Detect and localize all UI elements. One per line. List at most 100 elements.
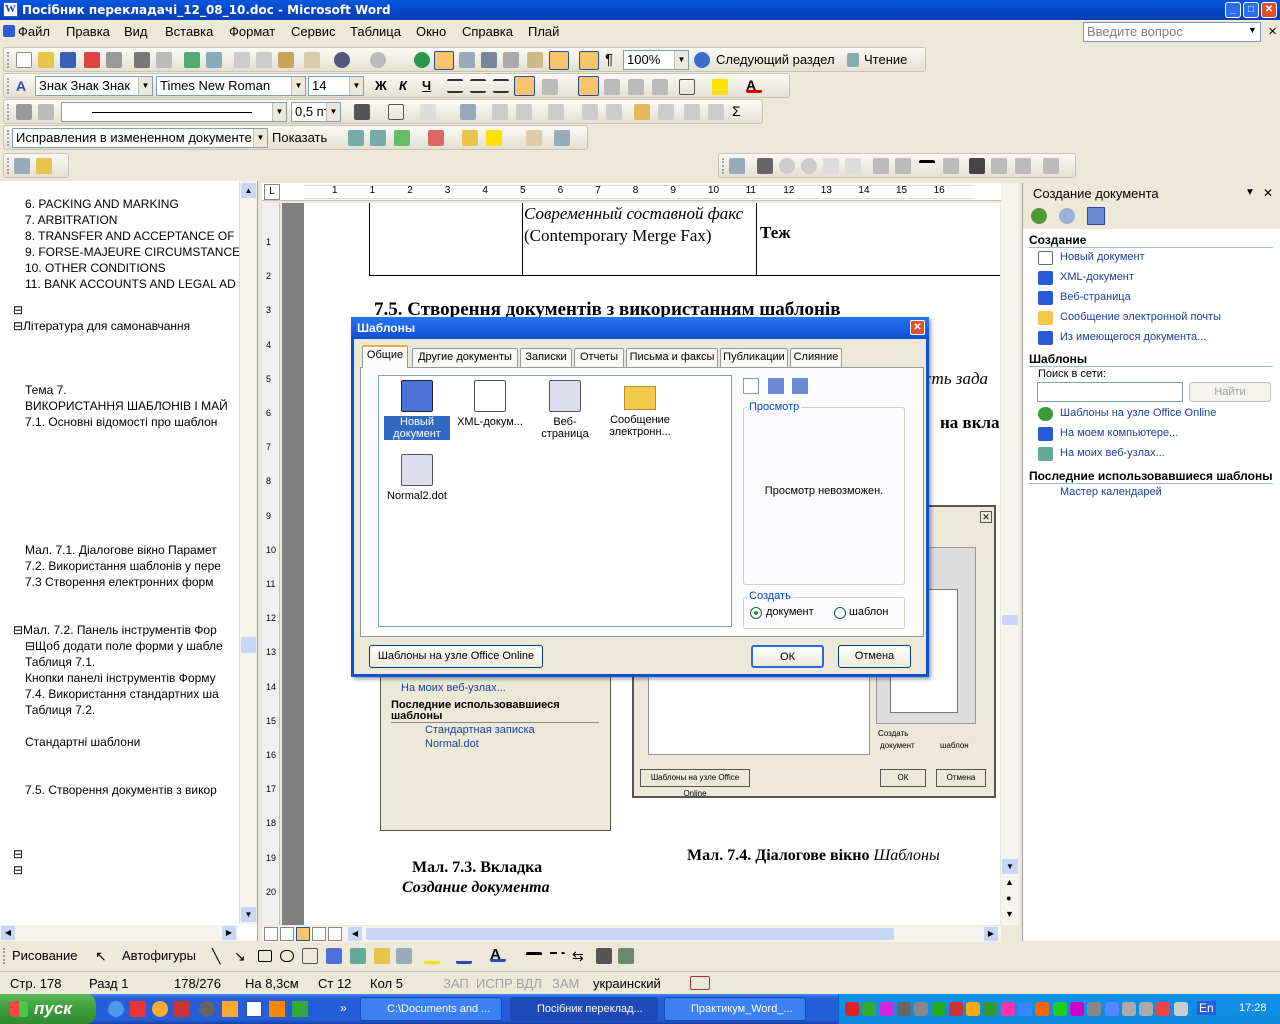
reading-view-icon[interactable] [328, 927, 342, 941]
reviewing-pane-icon[interactable] [526, 130, 542, 146]
ok-button[interactable]: ОК [751, 645, 824, 668]
font-size-combo[interactable]: 14 ▼ [308, 76, 364, 96]
diagram-icon[interactable] [350, 948, 366, 964]
tray-icon[interactable] [1173, 1002, 1188, 1016]
ie-icon[interactable] [108, 1001, 124, 1017]
tab-publications[interactable]: Публикации [720, 348, 788, 367]
nav-item[interactable]: 9. FORSE-MAJEURE CIRCUMSTANCE [25, 245, 263, 259]
maximize-button[interactable]: □ [1243, 2, 1259, 18]
reading-button[interactable]: Чтение [864, 52, 907, 67]
compress-icon[interactable] [943, 158, 959, 174]
next-page-icon[interactable]: ▼ [1005, 909, 1014, 919]
select-objects-icon[interactable]: ↖ [95, 948, 111, 964]
nav-item[interactable]: 7.5. Створення документів з викор [25, 783, 263, 797]
task-pane-menu-icon[interactable]: ▼ [1245, 187, 1255, 198]
email-icon[interactable] [106, 52, 122, 68]
quicklaunch-icon[interactable] [130, 1001, 146, 1017]
minimize-button[interactable]: _ [1225, 2, 1241, 18]
large-icons-view-icon[interactable] [743, 378, 759, 394]
dash-style-icon[interactable] [549, 952, 565, 960]
tray-icon[interactable] [1087, 1002, 1102, 1016]
tray-icon[interactable] [948, 1002, 963, 1016]
template-new-document[interactable]: Новый документ [384, 380, 450, 440]
frames-icon[interactable] [14, 158, 30, 174]
menu-view[interactable]: Вид [124, 24, 148, 39]
outline-view-icon[interactable] [312, 927, 326, 941]
insert-table2-icon[interactable] [460, 104, 476, 120]
radio-template[interactable] [834, 607, 846, 619]
insert-picture-icon[interactable] [729, 158, 745, 174]
font-color-icon[interactable]: A [746, 77, 762, 93]
split-cells-icon[interactable] [516, 104, 532, 120]
autoshapes-menu[interactable]: Автофигуры [122, 948, 196, 963]
tray-icon[interactable] [845, 1002, 859, 1016]
text-wrapping-icon[interactable] [969, 158, 985, 174]
paste-icon[interactable] [278, 52, 294, 68]
web-page-link[interactable]: Веб-страница [1038, 291, 1131, 305]
scroll-down-icon[interactable]: ▼ [241, 907, 256, 922]
italic-button[interactable]: К [399, 78, 407, 93]
my-websites-link[interactable]: На моих веб-узлах... [1038, 447, 1165, 461]
rectangle-icon[interactable] [258, 950, 272, 962]
drawing-menu[interactable]: Рисование [12, 948, 77, 963]
nav-item[interactable]: ⊟Література для самонавчання [13, 319, 251, 333]
nav-hscrollbar[interactable]: ◀ ▶ [0, 925, 238, 941]
picture-icon[interactable] [396, 948, 412, 964]
merge-cells-icon[interactable] [492, 104, 508, 120]
open-icon[interactable] [38, 52, 54, 68]
tray-icon[interactable] [914, 1002, 929, 1016]
spelling-icon[interactable] [184, 52, 200, 68]
nav-item[interactable]: Мал. 7.1. Діалогове вікно Парамет [25, 543, 263, 557]
arrow-style-icon[interactable]: ⇆ [572, 948, 588, 964]
document-map-icon[interactable] [549, 51, 569, 70]
sort-icon[interactable] [684, 104, 700, 120]
clock[interactable]: 17:28 [1239, 1002, 1267, 1014]
menu-table[interactable]: Таблица [350, 24, 401, 39]
highlight-icon[interactable] [712, 79, 728, 95]
undo-icon[interactable] [334, 52, 350, 68]
print-icon[interactable] [134, 52, 150, 68]
align-left-icon[interactable] [447, 79, 463, 93]
numbering-icon[interactable] [578, 76, 599, 96]
show-hide-icon[interactable] [579, 51, 599, 70]
nav-item[interactable]: 8. TRANSFER AND ACCEPTANCE OF [25, 229, 263, 243]
next-section-button[interactable]: Следующий раздел [716, 52, 835, 67]
nav-item[interactable]: ⊟Щоб додати поле форми у шабле [25, 639, 263, 653]
track-changes-icon[interactable] [486, 130, 502, 146]
office-online-button[interactable]: Шаблоны на узле Office Online [369, 645, 543, 668]
radio-document[interactable] [750, 607, 762, 619]
line-style-icon[interactable] [919, 160, 935, 168]
tab-mail-merge[interactable]: Слияние [790, 348, 842, 367]
nav-item[interactable]: Кнопки панелі інструментів Форму [25, 671, 263, 685]
new-document-link[interactable]: Новый документ [1038, 251, 1145, 265]
menu-format[interactable]: Формат [229, 24, 275, 39]
oval-icon[interactable] [280, 950, 294, 962]
help-icon[interactable] [694, 52, 710, 68]
search-button[interactable]: Найти [1189, 382, 1271, 402]
line-weight-icon[interactable] [526, 952, 542, 960]
3d-icon[interactable] [618, 948, 634, 964]
ask-question-input[interactable]: Введите вопрос [1083, 22, 1261, 42]
tab-reports[interactable]: Отчеты [574, 348, 624, 367]
quicklaunch-icon[interactable] [199, 1001, 215, 1017]
tray-icon[interactable] [1052, 1002, 1067, 1016]
quicklaunch-icon[interactable] [269, 1001, 285, 1017]
scroll-left-icon[interactable]: ◀ [348, 927, 362, 941]
forward-icon[interactable] [1059, 208, 1075, 224]
tab-memos[interactable]: Записки [520, 348, 572, 367]
crop-icon[interactable] [873, 158, 889, 174]
sort-desc-icon[interactable] [708, 104, 724, 120]
bold-button[interactable]: Ж [375, 78, 387, 93]
format-picture-icon[interactable] [991, 158, 1007, 174]
scroll-right-icon[interactable]: ▶ [984, 927, 998, 941]
tab-selector-icon[interactable]: L [264, 184, 280, 200]
excel-quicklaunch-icon[interactable] [292, 1001, 308, 1017]
document-hscrollbar[interactable]: ◀ ▶ [262, 926, 1001, 942]
nav-item[interactable]: Стандартні шаблони [25, 735, 263, 749]
drawing-icon[interactable] [527, 52, 543, 68]
email-message-link[interactable]: Сообщение электронной почты [1038, 311, 1221, 325]
format-painter-icon[interactable] [304, 52, 320, 68]
styles-icon[interactable]: A [16, 78, 32, 94]
set-transparent-icon[interactable] [1015, 158, 1031, 174]
nav-item[interactable]: 10. OTHER CONDITIONS [25, 261, 263, 275]
